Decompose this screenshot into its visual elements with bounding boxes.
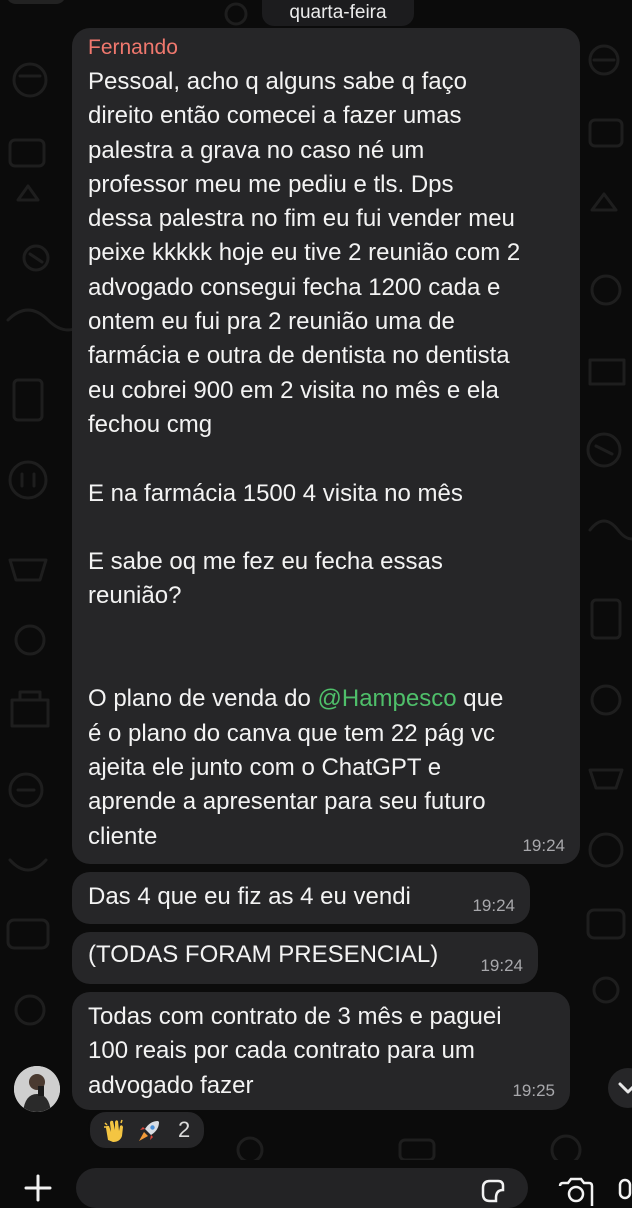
message-text: (TODAS FORAM PRESENCIAL) [88,941,439,968]
reactions-pill[interactable]: 2 [88,1110,206,1150]
message-timestamp: 19:24 [522,836,565,855]
reaction-count: 2 [178,1117,191,1142]
message-text: Pessoal, acho q alguns sabe q faço direi… [88,65,570,854]
message-text: Das 4 que eu fiz as 4 eu vendi [88,883,411,910]
sender-name[interactable]: Fernando [88,36,178,60]
camera-icon[interactable] [556,1176,596,1206]
avatar[interactable] [14,1066,60,1112]
message-timestamp: 19:24 [480,956,523,975]
clapping-hands-emoji [104,1119,123,1142]
message-bubble[interactable]: Todas com contrato de 3 mês e paguei 100… [72,992,570,1110]
scroll-down-button[interactable] [608,1068,632,1108]
message-text: Todas com contrato de 3 mês e paguei 100… [88,1003,502,1099]
rocket-emoji [139,1121,159,1141]
previous-message-edge [6,0,66,4]
message-bubble[interactable]: Das 4 que eu fiz as 4 eu vendi 19:24 [72,872,530,924]
microphone-icon[interactable] [614,1176,632,1206]
message-input[interactable] [76,1168,528,1208]
mention-link[interactable]: @Hampesco [318,685,457,712]
sticker-icon[interactable] [478,1176,508,1206]
message-bubble[interactable]: Fernando Pessoal, acho q alguns sabe q f… [72,28,580,864]
date-separator: quarta-feira [262,0,414,26]
message-text-part: Pessoal, acho q alguns sabe q faço direi… [88,68,521,713]
plus-icon[interactable] [22,1172,54,1204]
message-bubble[interactable]: (TODAS FORAM PRESENCIAL) 19:24 [72,932,538,984]
message-timestamp: 19:24 [472,896,515,915]
chevron-down-icon [618,1082,632,1094]
message-timestamp: 19:25 [512,1081,555,1100]
